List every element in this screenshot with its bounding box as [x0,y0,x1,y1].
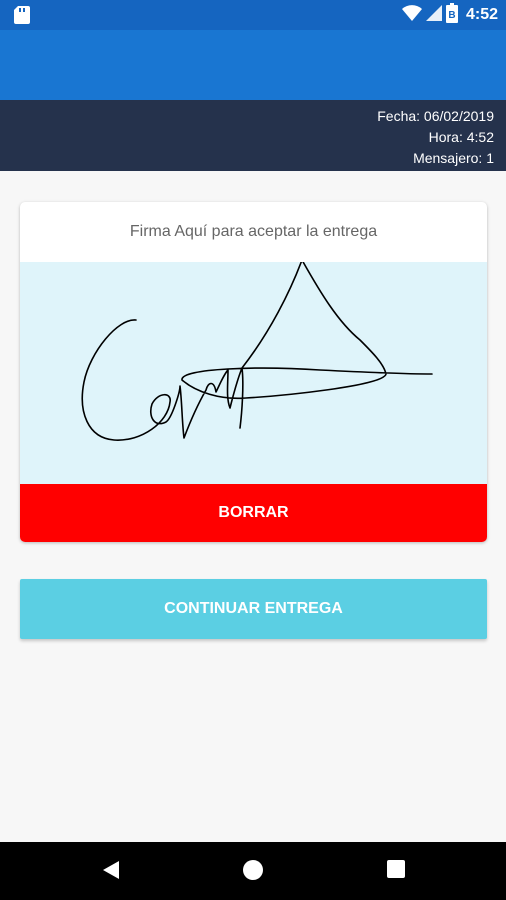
signature-card: Firma Aquí para aceptar la entrega BORRA… [20,202,487,542]
home-icon[interactable] [242,859,264,886]
back-icon[interactable] [100,859,122,886]
clear-signature-button[interactable]: BORRAR [20,484,487,542]
continue-delivery-button[interactable]: CONTINUAR ENTREGA [20,579,487,639]
courier-label: Mensajero: 1 [413,150,494,166]
app-bar [0,30,506,100]
time-label: Hora: 4:52 [428,129,494,145]
recents-icon[interactable] [386,859,406,884]
sd-card-icon [14,6,30,29]
date-label: Fecha: 06/02/2019 [377,108,494,124]
signature-instructions: Firma Aquí para aceptar la entrega [129,223,378,240]
delivery-info-bar: Fecha: 06/02/2019 Hora: 4:52 Mensajero: … [0,100,506,171]
signature-stroke [81,262,433,441]
signal-icon [425,4,442,26]
status-bar: B 4:52 [0,0,506,30]
navigation-bar [0,842,506,900]
wifi-icon [401,4,422,26]
status-clock: 4:52 [465,6,498,23]
battery-icon: B [445,2,458,28]
svg-text:B: B [448,10,455,21]
signature-pad[interactable] [20,262,487,484]
